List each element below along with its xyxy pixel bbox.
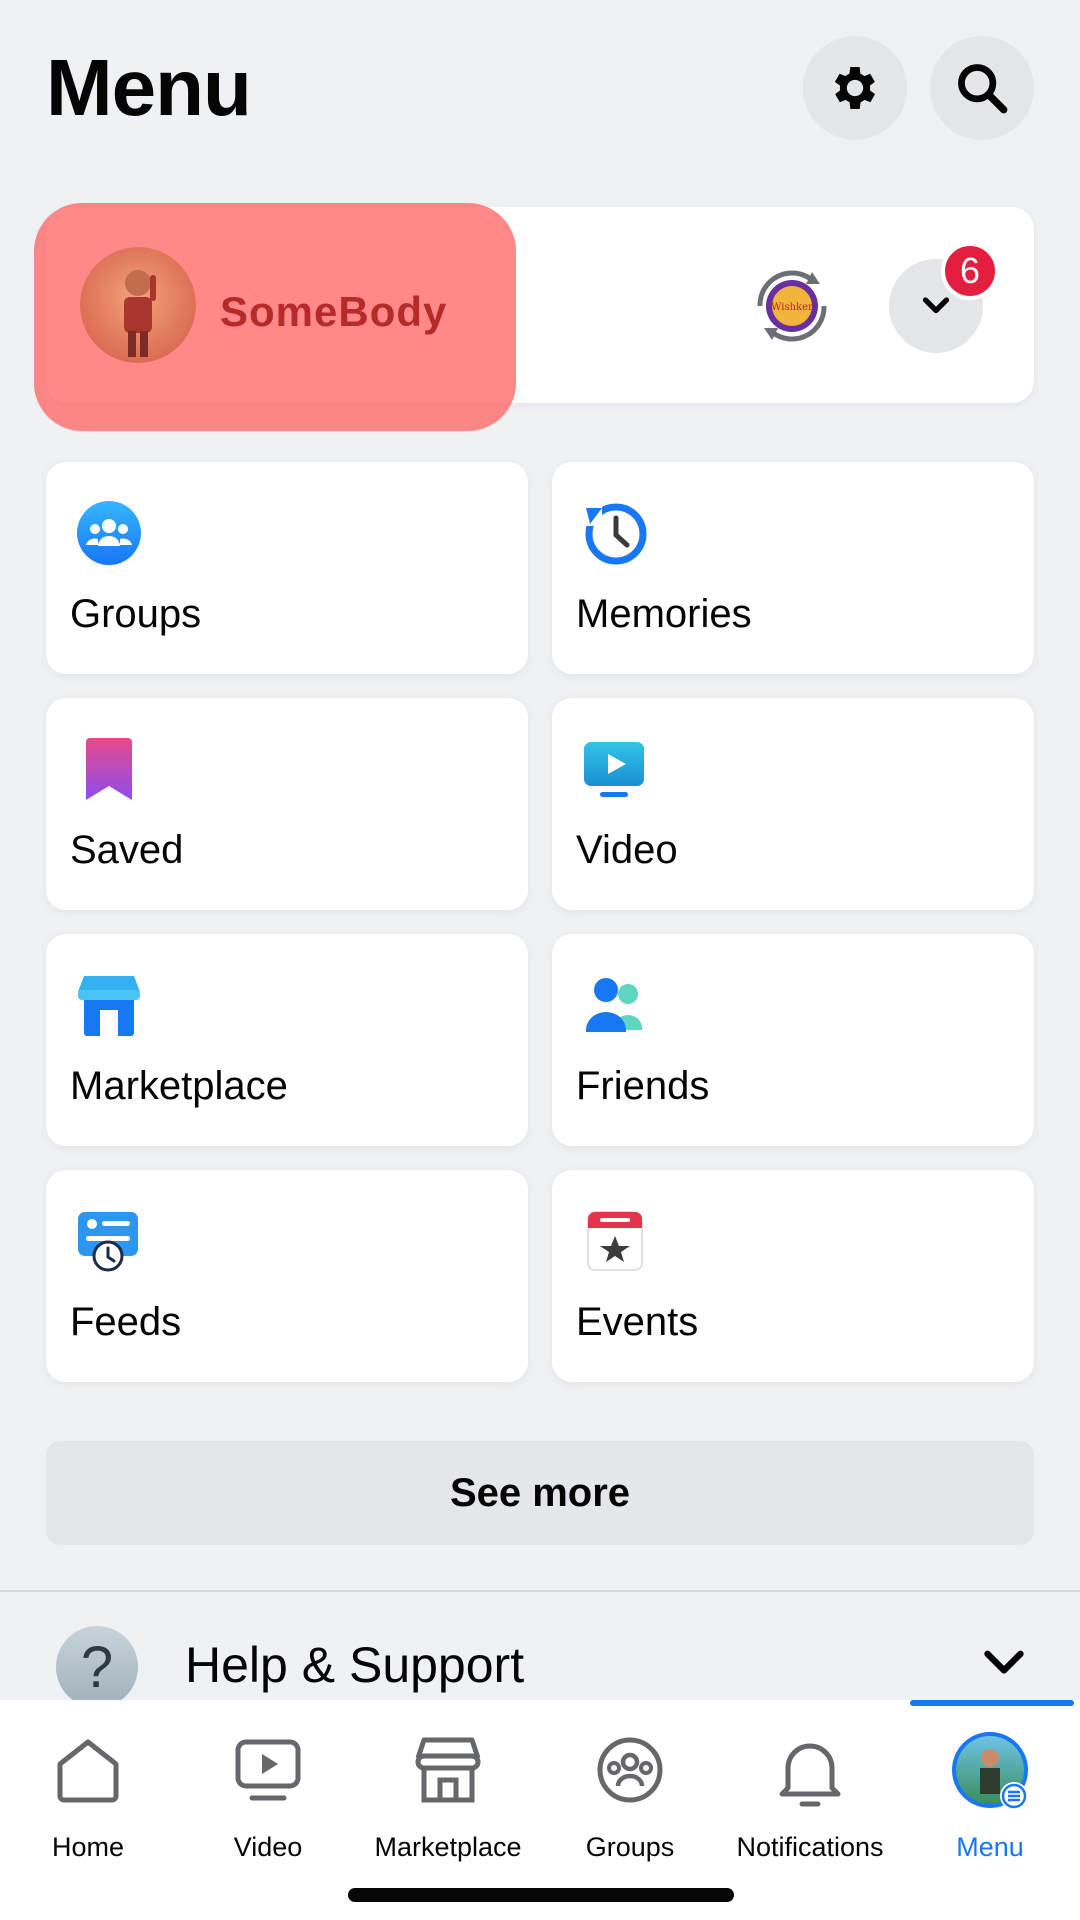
feeds-icon	[78, 1212, 138, 1272]
saved-icon	[86, 738, 132, 800]
nav-label: Home	[51, 1832, 125, 1862]
nav-label: Video	[233, 1832, 303, 1862]
nav-label: Notifications	[736, 1832, 884, 1862]
shortcut-label: Friends	[576, 1064, 710, 1108]
shortcut-label: Video	[576, 828, 678, 872]
question-icon: ?	[56, 1626, 138, 1708]
marketplace-icon	[78, 976, 140, 1036]
video-icon	[584, 742, 644, 797]
shortcut-saved[interactable]: Saved	[46, 698, 528, 910]
nav-video[interactable]: Video	[178, 1730, 358, 1870]
shortcut-friends[interactable]: Friends	[552, 934, 1034, 1146]
video-icon	[235, 1739, 301, 1801]
groups-icon	[597, 1737, 663, 1803]
shortcut-memories[interactable]: Memories	[552, 462, 1034, 674]
memories-icon	[582, 503, 647, 565]
nav-groups[interactable]: Groups	[540, 1730, 720, 1870]
svg-text:Wishker: Wishker	[771, 302, 813, 313]
avatar[interactable]	[80, 247, 196, 363]
nav-menu[interactable]: Menu	[900, 1730, 1080, 1870]
nav-notifications[interactable]: Notifications	[720, 1730, 900, 1870]
nav-label: Menu	[956, 1832, 1024, 1862]
nav-label: Groups	[585, 1832, 675, 1862]
see-more-button[interactable]: See more	[46, 1441, 1034, 1545]
shortcut-video[interactable]: Video	[552, 698, 1034, 910]
shortcut-label: Groups	[70, 592, 202, 636]
shortcut-marketplace[interactable]: Marketplace	[46, 934, 528, 1146]
home-indicator[interactable]	[348, 1888, 734, 1902]
settings-button[interactable]	[803, 36, 907, 140]
shortcut-events[interactable]: Events	[552, 1170, 1034, 1382]
search-button[interactable]	[930, 36, 1034, 140]
shortcut-label: Memories	[576, 592, 752, 636]
switch-profile-button[interactable]: Wishker	[742, 256, 842, 356]
nav-home[interactable]: Home	[0, 1730, 178, 1870]
help-support-label: Help & Support	[185, 1637, 525, 1693]
nav-marketplace[interactable]: Marketplace	[358, 1730, 538, 1870]
help-support-row[interactable]: ? Help & Support	[0, 1620, 1080, 1708]
shortcut-label: Saved	[70, 828, 184, 872]
bell-icon	[779, 1743, 841, 1807]
marketplace-icon	[415, 1737, 481, 1803]
profile-name[interactable]: SomeBody	[220, 288, 447, 336]
menu-screen: Menu SomeBody Wishker 6 Groups Memories …	[0, 0, 1080, 1920]
shortcut-feeds[interactable]: Feeds	[46, 1170, 528, 1382]
chevron-down-icon	[922, 297, 950, 314]
friends-icon	[586, 978, 642, 1032]
shortcut-label: Marketplace	[70, 1064, 288, 1108]
avatar	[952, 1732, 1028, 1810]
shortcut-label: Events	[576, 1300, 699, 1344]
chevron-down-icon	[984, 1650, 1024, 1674]
gear-icon	[834, 67, 876, 109]
shortcut-label: Feeds	[70, 1300, 182, 1344]
active-tab-indicator	[910, 1700, 1074, 1706]
shortcut-groups[interactable]: Groups	[46, 462, 528, 674]
home-icon	[57, 1739, 119, 1803]
notification-badge: 6	[941, 242, 999, 300]
groups-icon	[77, 501, 141, 565]
section-divider	[0, 1590, 1080, 1592]
events-icon	[587, 1211, 643, 1271]
bottom-nav: Home Video Marketplace Groups Notificati…	[0, 1700, 1080, 1920]
page-logo-icon: Wishker	[757, 270, 827, 342]
nav-label: Marketplace	[374, 1832, 522, 1862]
page-title: Menu	[46, 43, 252, 132]
search-icon	[958, 64, 1008, 114]
avatar-image	[80, 247, 196, 363]
